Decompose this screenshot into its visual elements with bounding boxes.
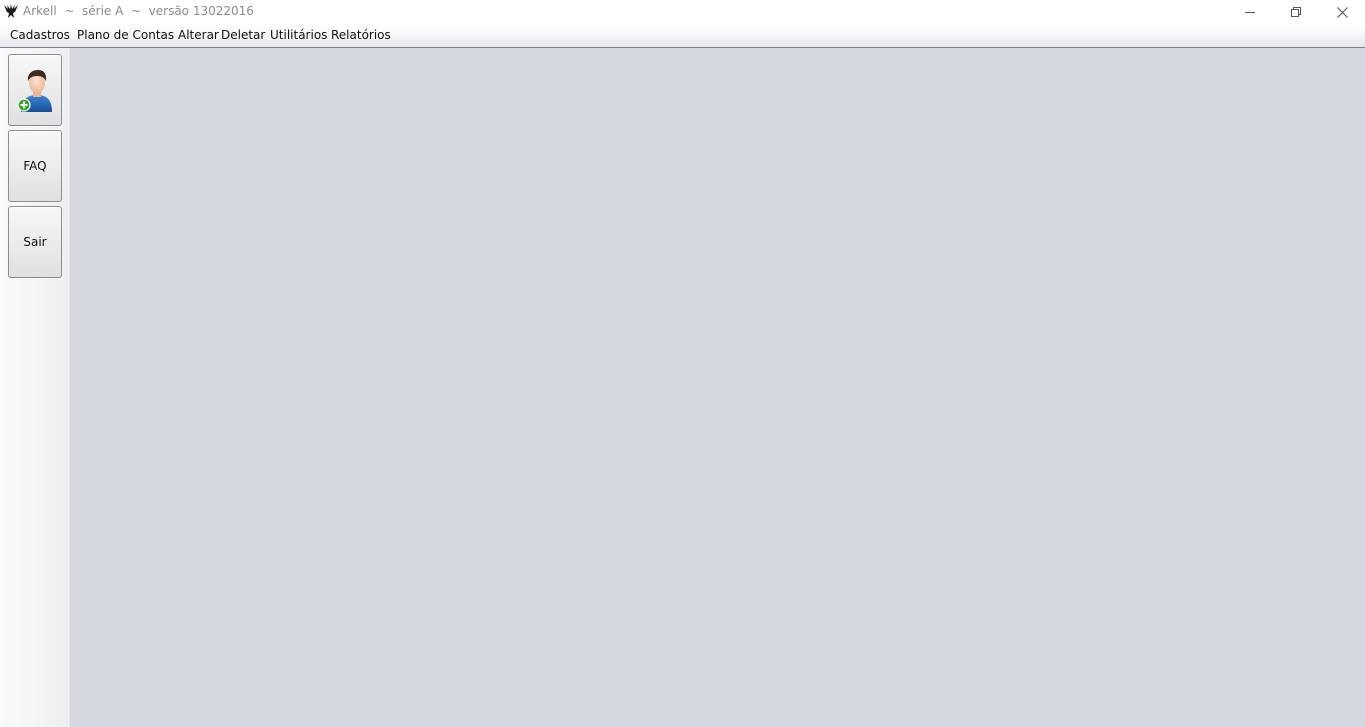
app-window: Arkell ~ série A ~ versão 13022016 Cadas… bbox=[0, 0, 1365, 727]
faq-button[interactable]: FAQ bbox=[8, 130, 62, 202]
minimize-icon bbox=[1245, 12, 1255, 13]
mdi-desktop-area bbox=[71, 48, 1365, 727]
menu-cadastros[interactable]: Cadastros bbox=[10, 28, 70, 42]
menu-bar: Cadastros Plano de Contas Alterar Deleta… bbox=[0, 24, 1365, 48]
menu-alterar[interactable]: Alterar bbox=[178, 28, 219, 42]
menu-deletar[interactable]: Deletar bbox=[221, 28, 265, 42]
menu-plano-de-contas[interactable]: Plano de Contas bbox=[77, 28, 174, 42]
window-title: Arkell ~ série A ~ versão 13022016 bbox=[23, 4, 254, 18]
restore-button[interactable] bbox=[1273, 0, 1319, 24]
menu-utilitarios[interactable]: Utilitários bbox=[270, 28, 327, 42]
side-toolbar: FAQ Sair bbox=[0, 48, 70, 727]
close-icon bbox=[1336, 6, 1348, 18]
menu-relatorios[interactable]: Relatórios bbox=[331, 28, 391, 42]
close-button[interactable] bbox=[1319, 0, 1365, 24]
restore-icon bbox=[1291, 7, 1301, 17]
add-user-button[interactable] bbox=[8, 54, 62, 126]
add-user-icon bbox=[17, 70, 52, 112]
bird-logo-icon bbox=[4, 4, 18, 18]
minimize-button[interactable] bbox=[1227, 0, 1273, 24]
sair-button[interactable]: Sair bbox=[8, 206, 62, 278]
title-bar[interactable]: Arkell ~ série A ~ versão 13022016 bbox=[0, 0, 1365, 24]
